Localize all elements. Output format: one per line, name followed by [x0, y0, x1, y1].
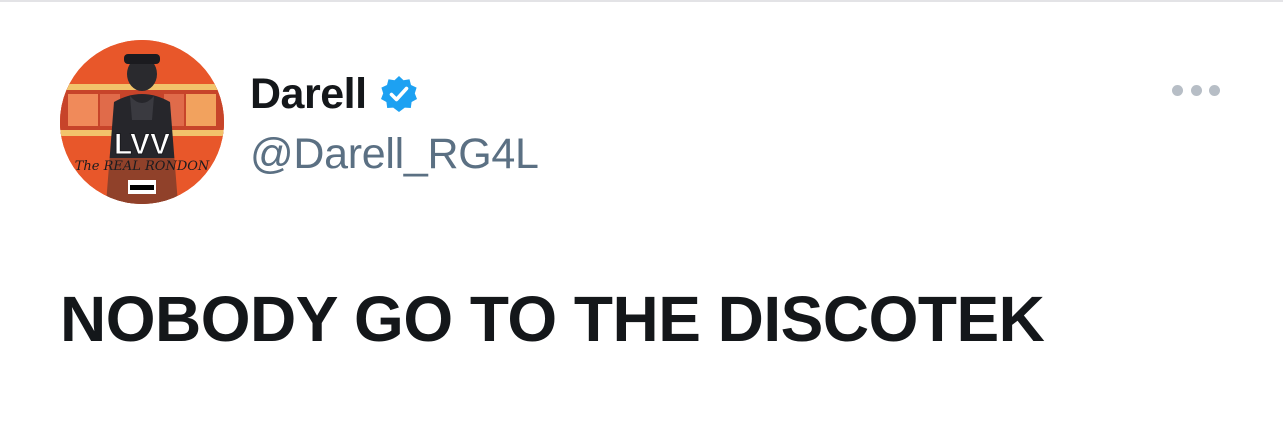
- more-dot: [1190, 84, 1202, 96]
- more-dot: [1172, 84, 1183, 96]
- more-dot: [1209, 84, 1220, 96]
- profile-avatar[interactable]: LVV The REAL RONDON: [60, 40, 224, 204]
- author-name-row: Darell: [250, 68, 419, 120]
- tweet-text: NOBODY GO TO THE DISCOTEK: [60, 283, 1045, 355]
- tweet-card: LVV The REAL RONDON Darell @Darell_RG4L …: [0, 0, 1283, 427]
- avatar-art: LVV The REAL RONDON: [60, 40, 224, 204]
- author-handle[interactable]: @Darell_RG4L: [250, 130, 539, 179]
- verified-badge-icon: [379, 74, 419, 114]
- more-horizontal-icon[interactable]: [1172, 80, 1220, 100]
- svg-text:LVV: LVV: [114, 128, 170, 161]
- svg-text:The REAL RONDON: The REAL RONDON: [75, 159, 210, 174]
- author-display-name[interactable]: Darell: [250, 70, 367, 119]
